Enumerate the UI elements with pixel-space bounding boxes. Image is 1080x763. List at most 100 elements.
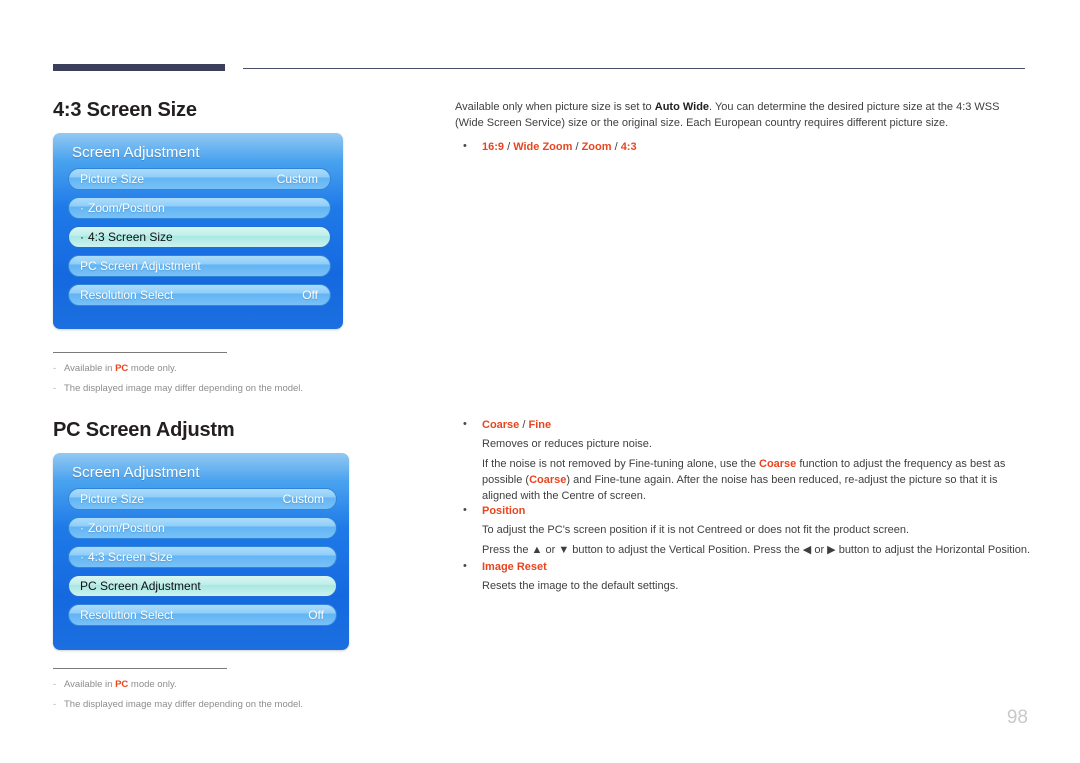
footnote-item: The displayed image may differ depending… — [53, 699, 453, 710]
osd-item-text: 4:3 Screen Size — [88, 230, 173, 244]
coarse-fine-line-1: Removes or reduces picture noise. — [482, 437, 652, 450]
down-arrow-icon: ▼ — [558, 543, 570, 556]
footnote-text-pre: Available in — [64, 679, 116, 690]
osd-panel-title: Screen Adjustment — [72, 464, 200, 481]
section-heading-43-screen-size: 4:3 Screen Size — [53, 99, 197, 121]
option-separator: / — [611, 141, 621, 153]
osd-item-label: PC Screen Adjustment — [80, 259, 201, 273]
left-arrow-icon: ◀ — [802, 543, 812, 556]
picture-size-options-block: 16:9 / Wide Zoom / Zoom / 4:3 — [455, 139, 1030, 156]
section-coarse-fine: Coarse / Fine Removes or reduces picture… — [455, 417, 1035, 508]
right-arrow-icon: ▶ — [827, 543, 836, 556]
position-text-a: Press the — [482, 543, 532, 556]
osd-menu-item-zoom-position[interactable]: · Zoom/Position — [68, 197, 331, 219]
footnote-text-post: mode only. — [128, 679, 177, 690]
osd-menu-item-picture-size[interactable]: Picture Size Custom — [68, 488, 337, 510]
page-number: 98 — [1006, 707, 1028, 728]
intro-text-part1: Available only when picture size is set … — [455, 101, 655, 113]
osd-item-label: Picture Size — [80, 172, 145, 186]
position-heading: Position — [455, 503, 1035, 520]
osd-item-label: Resolution Select — [80, 288, 174, 302]
section-heading-pc-screen-adjustment: PC Screen Adjustm — [53, 419, 235, 441]
position-text-b: or — [542, 543, 559, 556]
option-value-wide-zoom: Wide Zoom — [513, 141, 573, 153]
osd-item-text: 4:3 Screen Size — [88, 550, 173, 564]
option-separator: / — [572, 141, 582, 153]
image-reset-heading: Image Reset — [455, 559, 1035, 576]
coarse-fine-heading: Coarse / Fine — [455, 417, 1035, 434]
option-separator: / — [504, 141, 514, 153]
osd-menu-item-resolution-select[interactable]: Resolution Select Off — [68, 604, 337, 626]
osd-item-text: Zoom/Position — [88, 521, 165, 535]
page-header-rules — [0, 0, 1080, 80]
picture-size-options-bullet: 16:9 / Wide Zoom / Zoom / 4:3 — [455, 139, 1030, 156]
coarse-fine-line-2: If the noise is not removed by Fine-tuni… — [455, 456, 1035, 504]
footnote-text-pre: The displayed image may differ depending… — [64, 699, 304, 710]
osd-item-label: PC Screen Adjustment — [80, 579, 201, 593]
osd-item-dot: · — [80, 521, 84, 535]
section-position: Position To adjust the PC's screen posit… — [455, 503, 1035, 562]
option-value-zoom: Zoom — [581, 141, 612, 153]
osd-item-text: Zoom/Position — [88, 201, 165, 215]
footnote-group-2: Available in PC mode only. The displayed… — [53, 668, 453, 719]
osd-item-dot: · — [80, 230, 84, 244]
coarse-highlight-2: Coarse — [529, 473, 567, 486]
osd-item-label: Resolution Select — [80, 608, 174, 622]
coarse-text-a: If the noise is not removed by Fine-tuni… — [482, 457, 759, 470]
footnote-text-pre: Available in — [64, 363, 116, 374]
intro-paragraph: Available only when picture size is set … — [455, 100, 1030, 131]
osd-menu-list: Picture Size Custom · Zoom/Position · 4:3 … — [68, 168, 331, 306]
footnote-highlight: PC — [115, 363, 129, 374]
option-value-43: 4:3 — [620, 141, 637, 153]
osd-item-label: · 4:3 Screen Size — [80, 550, 173, 564]
position-line-2: Press the ▲ or ▼ button to adjust the Ve… — [455, 542, 1035, 558]
term-coarse: Coarse — [482, 419, 520, 431]
osd-panel-screen-adjustment-1: Screen Adjustment Picture Size Custom · Z… — [53, 133, 343, 329]
osd-item-label: · Zoom/Position — [80, 521, 165, 535]
osd-item-dot: · — [80, 201, 84, 215]
position-text-e: button to adjust the Horizontal Position… — [835, 543, 1031, 556]
position-line-1: To adjust the PC's screen position if it… — [482, 523, 910, 536]
footnote-highlight: PC — [115, 679, 129, 690]
osd-menu-item-43-screen-size[interactable]: · 4:3 Screen Size — [68, 226, 331, 248]
osd-menu-item-pc-screen-adjustment[interactable]: PC Screen Adjustment — [68, 575, 337, 597]
header-thin-rule — [243, 68, 1025, 69]
osd-panel-screen-adjustment-2: Screen Adjustment Picture Size Custom · Z… — [53, 453, 349, 650]
osd-menu-item-picture-size[interactable]: Picture Size Custom — [68, 168, 331, 190]
right-column-intro: Available only when picture size is set … — [455, 100, 1030, 158]
osd-item-label: Picture Size — [80, 492, 145, 506]
coarse-highlight-1: Coarse — [759, 457, 797, 470]
position-text-c: button to adjust the Vertical Position. … — [569, 543, 803, 556]
header-thick-rule — [53, 64, 225, 71]
osd-menu-item-pc-screen-adjustment[interactable]: PC Screen Adjustment — [68, 255, 331, 277]
footnote-group-1: Available in PC mode only. The displayed… — [53, 352, 453, 403]
osd-panel-title: Screen Adjustment — [72, 144, 200, 161]
osd-item-dot: · — [80, 550, 84, 564]
osd-item-label: · 4:3 Screen Size — [80, 230, 173, 244]
term-fine: Fine — [528, 419, 552, 431]
footnote-text-pre: The displayed image may differ depending… — [64, 383, 304, 394]
intro-bold-auto-wide: Auto Wide — [654, 101, 710, 113]
up-arrow-icon: ▲ — [531, 543, 543, 556]
osd-item-value: Off — [308, 608, 324, 622]
osd-item-value: Custom — [276, 172, 318, 186]
option-value-169: 16:9 — [482, 141, 505, 153]
osd-menu-item-43-screen-size[interactable]: · 4:3 Screen Size — [68, 546, 337, 568]
footnote-divider — [53, 668, 227, 669]
footnote-item: Available in PC mode only. — [53, 363, 453, 374]
footnote-divider — [53, 352, 227, 353]
section-image-reset: Image Reset Resets the image to the defa… — [455, 559, 1035, 598]
term-position: Position — [482, 505, 526, 517]
position-text-d: or — [811, 543, 828, 556]
osd-menu-item-resolution-select[interactable]: Resolution Select Off — [68, 284, 331, 306]
osd-item-value: Custom — [282, 492, 324, 506]
footnote-item: The displayed image may differ depending… — [53, 383, 453, 394]
image-reset-line-1: Resets the image to the default settings… — [482, 579, 679, 592]
footnote-text-post: mode only. — [128, 363, 177, 374]
osd-menu-list: Picture Size Custom · Zoom/Position · 4:3 … — [68, 488, 337, 626]
osd-item-value: Off — [302, 288, 318, 302]
osd-menu-item-zoom-position[interactable]: · Zoom/Position — [68, 517, 337, 539]
footnote-item: Available in PC mode only. — [53, 679, 453, 690]
osd-item-label: · Zoom/Position — [80, 201, 165, 215]
term-image-reset: Image Reset — [482, 561, 547, 573]
